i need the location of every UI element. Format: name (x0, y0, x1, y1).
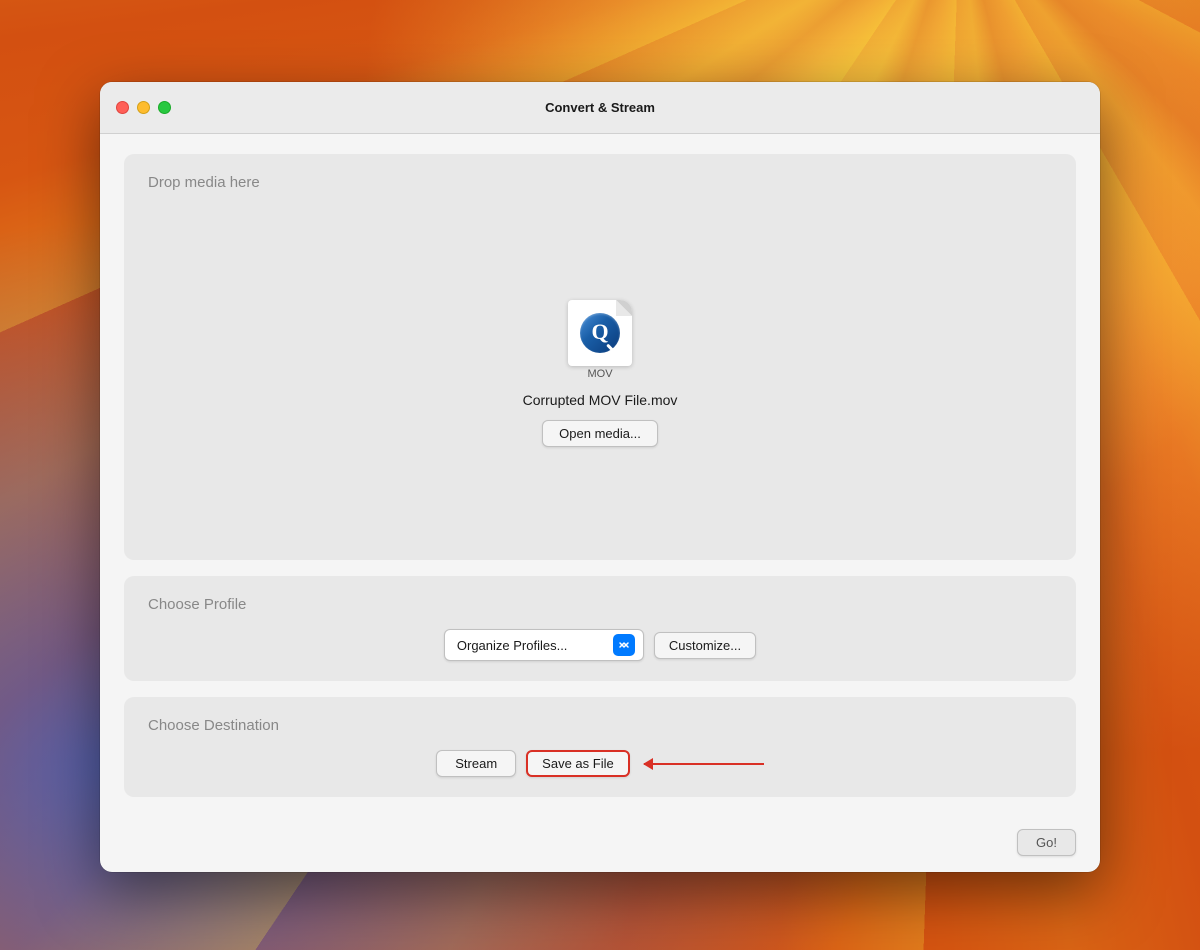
arrow-line-icon (644, 763, 764, 765)
quicktime-icon: Q (580, 313, 620, 353)
profile-dropdown-text: Organize Profiles... (457, 638, 607, 653)
close-button[interactable] (116, 101, 129, 114)
save-as-file-arrow (644, 763, 764, 765)
file-icon-paper: Q (568, 300, 632, 366)
drop-media-label: Drop media here (148, 174, 1052, 191)
file-type-label: MOV (587, 368, 612, 380)
choose-profile-label: Choose Profile (148, 596, 1052, 613)
go-button[interactable]: Go! (1017, 829, 1076, 856)
window-title: Convert & Stream (545, 100, 655, 115)
file-name: Corrupted MOV File.mov (523, 392, 678, 408)
drop-media-section: Drop media here Q MOV Corrupted MOV File… (124, 154, 1076, 560)
open-media-button[interactable]: Open media... (542, 420, 658, 447)
maximize-button[interactable] (158, 101, 171, 114)
choose-profile-section: Choose Profile Organize Profiles... Cust… (124, 576, 1076, 681)
footer: Go! (100, 817, 1100, 872)
profile-controls: Organize Profiles... Customize... (148, 629, 1052, 661)
app-window: Convert & Stream Drop media here Q MOV C… (100, 82, 1100, 872)
window-content: Drop media here Q MOV Corrupted MOV File… (100, 134, 1100, 817)
destination-controls: Stream Save as File (148, 750, 1052, 777)
profile-dropdown[interactable]: Organize Profiles... (444, 629, 644, 661)
file-icon: Q MOV (564, 300, 636, 380)
choose-destination-section: Choose Destination Stream Save as File (124, 697, 1076, 797)
save-as-file-button[interactable]: Save as File (526, 750, 630, 777)
stream-button[interactable]: Stream (436, 750, 516, 777)
titlebar: Convert & Stream (100, 82, 1100, 134)
customize-button[interactable]: Customize... (654, 632, 756, 659)
quicktime-q-letter: Q (591, 321, 608, 343)
choose-destination-label: Choose Destination (148, 717, 1052, 734)
minimize-button[interactable] (137, 101, 150, 114)
drop-media-content: Q MOV Corrupted MOV File.mov Open media.… (148, 207, 1052, 540)
dropdown-arrow-icon (613, 634, 635, 656)
traffic-lights (116, 101, 171, 114)
